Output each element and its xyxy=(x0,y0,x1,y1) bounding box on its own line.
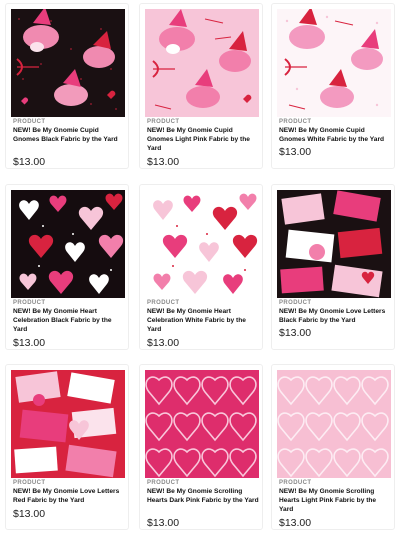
product-price: $13.00 xyxy=(279,517,312,529)
product-type-label: PRODUCT xyxy=(279,480,312,486)
product-type-label: PRODUCT xyxy=(13,119,46,125)
product-image[interactable] xyxy=(145,370,259,478)
product-image[interactable] xyxy=(277,9,391,117)
product-type-label: PRODUCT xyxy=(279,119,312,125)
fabric-swatch-scrolling-hearts-dark-pink xyxy=(145,370,259,478)
product-image[interactable] xyxy=(11,9,125,117)
fabric-swatch-hearts-black xyxy=(11,190,125,298)
product-price: $13.00 xyxy=(13,337,46,349)
product-card[interactable]: PRODUCT NEW! Be My Gnomie Cupid Gnomes W… xyxy=(271,3,395,169)
product-price: $13.00 xyxy=(13,508,46,520)
product-image[interactable] xyxy=(145,9,259,117)
product-type-label: PRODUCT xyxy=(13,300,46,306)
product-type-label: PRODUCT xyxy=(147,480,180,486)
product-price: $13.00 xyxy=(279,146,312,158)
product-type-label: PRODUCT xyxy=(147,119,180,125)
product-title[interactable]: NEW! Be My Gnomie Cupid Gnomes Light Pin… xyxy=(147,126,259,154)
product-title[interactable]: NEW! Be My Gnomie Cupid Gnomes White Fab… xyxy=(279,126,391,144)
product-card[interactable]: PRODUCT NEW! Be My Gnomie Love Letters R… xyxy=(5,364,129,530)
fabric-swatch-cupid-light-pink xyxy=(145,9,259,117)
product-card[interactable]: PRODUCT NEW! Be My Gnomie Heart Celebrat… xyxy=(5,184,129,350)
product-card[interactable]: PRODUCT NEW! Be My Gnomie Scrolling Hear… xyxy=(139,364,263,530)
product-card[interactable]: PRODUCT NEW! Be My Gnomie Love Letters B… xyxy=(271,184,395,350)
fabric-swatch-cupid-white xyxy=(277,9,391,117)
product-card[interactable]: PRODUCT NEW! Be My Gnomie Heart Celebrat… xyxy=(139,184,263,350)
product-title[interactable]: NEW! Be My Gnomie Scrolling Hearts Light… xyxy=(279,487,391,515)
product-image[interactable] xyxy=(11,370,125,478)
product-type-label: PRODUCT xyxy=(13,480,46,486)
product-price: $13.00 xyxy=(279,327,312,339)
product-card[interactable]: PRODUCT NEW! Be My Gnomie Scrolling Hear… xyxy=(271,364,395,530)
product-price: $13.00 xyxy=(13,156,46,168)
product-title[interactable]: NEW! Be My Gnomie Love Letters Black Fab… xyxy=(279,307,391,325)
product-price: $13.00 xyxy=(147,517,180,529)
product-card[interactable]: PRODUCT NEW! Be My Gnomie Cupid Gnomes B… xyxy=(5,3,129,169)
fabric-swatch-scrolling-hearts-light-pink xyxy=(277,370,391,478)
product-image[interactable] xyxy=(11,190,125,298)
product-title[interactable]: NEW! Be My Gnomie Heart Celebration Whit… xyxy=(147,307,259,335)
product-type-label: PRODUCT xyxy=(147,300,180,306)
product-image[interactable] xyxy=(145,190,259,298)
fabric-swatch-hearts-white xyxy=(145,190,259,298)
fabric-swatch-cupid-black xyxy=(11,9,125,117)
product-type-label: PRODUCT xyxy=(279,300,312,306)
fabric-swatch-love-letters-black xyxy=(277,190,391,298)
product-title[interactable]: NEW! Be My Gnomie Heart Celebration Blac… xyxy=(13,307,125,335)
product-grid: PRODUCT NEW! Be My Gnomie Cupid Gnomes B… xyxy=(0,0,400,540)
product-price: $13.00 xyxy=(147,337,180,349)
product-card[interactable]: PRODUCT NEW! Be My Gnomie Cupid Gnomes L… xyxy=(139,3,263,169)
fabric-swatch-love-letters-red xyxy=(11,370,125,478)
product-title[interactable]: NEW! Be My Gnomie Cupid Gnomes Black Fab… xyxy=(13,126,125,144)
product-price: $13.00 xyxy=(147,156,180,168)
product-title[interactable]: NEW! Be My Gnomie Love Letters Red Fabri… xyxy=(13,487,125,505)
product-image[interactable] xyxy=(277,190,391,298)
product-title[interactable]: NEW! Be My Gnomie Scrolling Hearts Dark … xyxy=(147,487,259,505)
product-image[interactable] xyxy=(277,370,391,478)
